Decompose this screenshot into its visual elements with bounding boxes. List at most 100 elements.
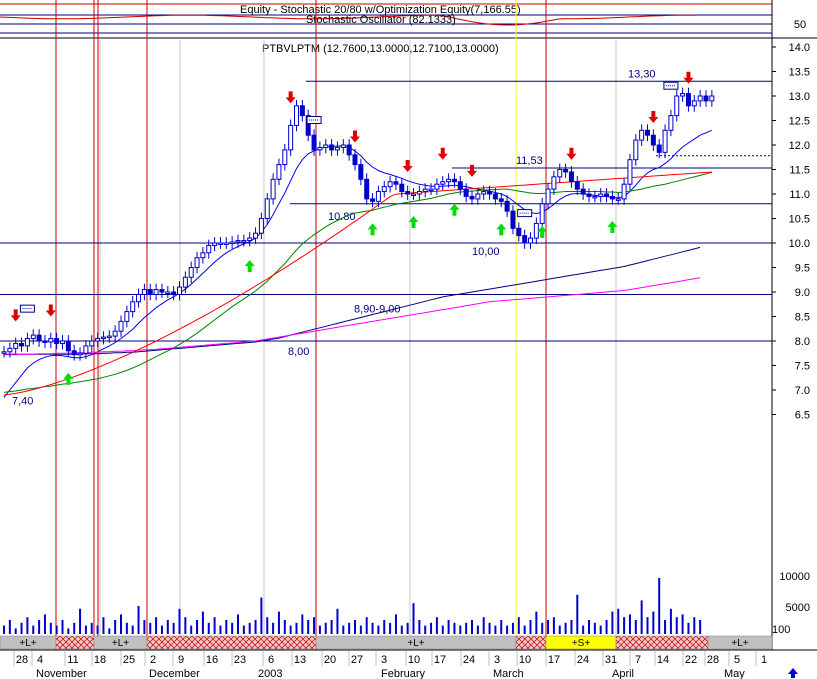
candle-body-118 bbox=[691, 100, 697, 107]
candle-body-82 bbox=[481, 191, 487, 195]
price-candles bbox=[1, 87, 715, 361]
candle-110 bbox=[645, 124, 650, 142]
candle-body-113 bbox=[662, 129, 668, 153]
candle-84 bbox=[492, 188, 498, 205]
volume-label-10000: 10000 bbox=[779, 571, 810, 583]
candle-body-106 bbox=[621, 183, 627, 200]
candle-28 bbox=[165, 286, 171, 298]
x-month-label-1: December bbox=[149, 668, 200, 679]
candle-36 bbox=[212, 237, 218, 252]
candle-body-20 bbox=[118, 320, 124, 332]
candle-30 bbox=[177, 281, 182, 301]
indicator-panel: Equity - Stochastic 20/80 w/Optimization… bbox=[0, 3, 806, 34]
candle-body-86 bbox=[504, 200, 510, 212]
candle-body-14 bbox=[83, 345, 89, 354]
buy-arrow-icon-2 bbox=[367, 223, 378, 236]
candle-body-54 bbox=[317, 146, 323, 151]
y-tick-label-1: 13.5 bbox=[789, 67, 810, 79]
candle-body-55 bbox=[323, 144, 329, 148]
candle-body-116 bbox=[680, 93, 686, 97]
candle-99 bbox=[580, 183, 586, 200]
candle-58 bbox=[340, 139, 346, 154]
candle-115 bbox=[674, 90, 680, 122]
sell-arrow-icon-6 bbox=[467, 164, 477, 177]
candle-body-94 bbox=[551, 176, 557, 190]
candle-4 bbox=[24, 332, 30, 352]
signal-vertical-lines bbox=[55, 0, 617, 650]
candle-body-3 bbox=[19, 342, 25, 347]
buy-arrow-icon-1 bbox=[244, 260, 255, 273]
volume-label-5000: 5000 bbox=[786, 602, 810, 614]
level-label-6: 7,40 bbox=[12, 395, 33, 407]
candle-16 bbox=[95, 332, 101, 347]
candle-103 bbox=[604, 188, 610, 203]
candle-body-23 bbox=[136, 293, 142, 303]
x-tick-label-21: 31 bbox=[605, 654, 617, 666]
x-tick-label-3: 18 bbox=[94, 654, 106, 666]
x-tick-label-25: 28 bbox=[707, 654, 719, 666]
x-tick-label-11: 20 bbox=[324, 654, 336, 666]
candle-body-85 bbox=[498, 198, 504, 202]
candle-108 bbox=[633, 134, 639, 166]
candle-35 bbox=[206, 239, 212, 259]
candle-body-92 bbox=[539, 203, 545, 224]
candle-body-45 bbox=[264, 198, 270, 219]
candle-88 bbox=[516, 222, 522, 242]
candle-body-71 bbox=[416, 191, 422, 195]
sma-line-2 bbox=[4, 246, 701, 355]
y-tick-label-6: 11.0 bbox=[789, 189, 810, 201]
x-tick-label-23: 14 bbox=[657, 654, 669, 666]
candle-body-112 bbox=[656, 144, 662, 153]
candle-65 bbox=[381, 180, 387, 198]
level-label-1: 11,53 bbox=[516, 155, 543, 167]
candle-body-117 bbox=[685, 93, 691, 107]
candle-80 bbox=[469, 190, 475, 205]
candle-69 bbox=[405, 185, 411, 200]
strip-segment-1 bbox=[55, 635, 95, 650]
price-axis: 14.0 13.5 13.0 12.5 12.0 11.5 11.0 10.5 10.0 9.5 9… bbox=[772, 42, 810, 422]
candle-body-7 bbox=[42, 340, 48, 343]
candle-120 bbox=[703, 90, 709, 107]
candle-87 bbox=[510, 205, 516, 235]
y-tick-label-11: 8.5 bbox=[795, 312, 810, 324]
x-tick-label-16: 24 bbox=[463, 654, 475, 666]
x-tick-label-7: 16 bbox=[206, 654, 218, 666]
x-tick-label-6: 9 bbox=[178, 654, 184, 666]
candle-27 bbox=[159, 283, 165, 298]
candle-26 bbox=[153, 283, 159, 301]
candle-body-84 bbox=[492, 193, 498, 200]
candle-70 bbox=[411, 188, 416, 200]
candle-body-36 bbox=[212, 242, 218, 246]
sma-line-red bbox=[3, 171, 712, 396]
x-tick-label-12: 27 bbox=[351, 654, 363, 666]
candle-96 bbox=[563, 163, 569, 178]
candle-body-26 bbox=[153, 289, 159, 295]
candle-body-24 bbox=[141, 289, 147, 295]
stock-chart: Equity - Stochastic 20/80 w/Optimization… bbox=[0, 0, 817, 679]
x-month-label-3: February bbox=[381, 668, 426, 679]
candle-body-108 bbox=[633, 139, 639, 161]
candle-105 bbox=[615, 193, 621, 205]
candle-95 bbox=[557, 163, 563, 183]
x-tick-label-17: 3 bbox=[494, 654, 500, 666]
candle-body-83 bbox=[487, 191, 493, 195]
candle-117 bbox=[685, 87, 691, 112]
candle-39 bbox=[229, 236, 235, 249]
candle-body-42 bbox=[247, 237, 253, 242]
candle-9 bbox=[54, 332, 60, 350]
indicator-subtitle: Stochastic Oscillator (82.1333) bbox=[306, 14, 456, 26]
strip-label-4: +L+ bbox=[407, 638, 424, 649]
candle-body-6 bbox=[36, 334, 42, 342]
y-tick-label-4: 12.0 bbox=[789, 140, 810, 152]
candle-body-18 bbox=[106, 335, 112, 339]
candle-body-66 bbox=[387, 181, 393, 188]
candle-92 bbox=[539, 197, 545, 230]
scroll-up-arrow-icon[interactable] bbox=[788, 668, 798, 678]
candle-body-49 bbox=[288, 124, 294, 151]
strip-segment-5 bbox=[515, 635, 547, 650]
x-tick-label-15: 17 bbox=[434, 654, 446, 666]
candle-22 bbox=[130, 295, 136, 318]
candle-body-11 bbox=[65, 340, 71, 352]
candle-body-90 bbox=[528, 237, 533, 244]
x-tick-label-22: 7 bbox=[635, 654, 641, 666]
